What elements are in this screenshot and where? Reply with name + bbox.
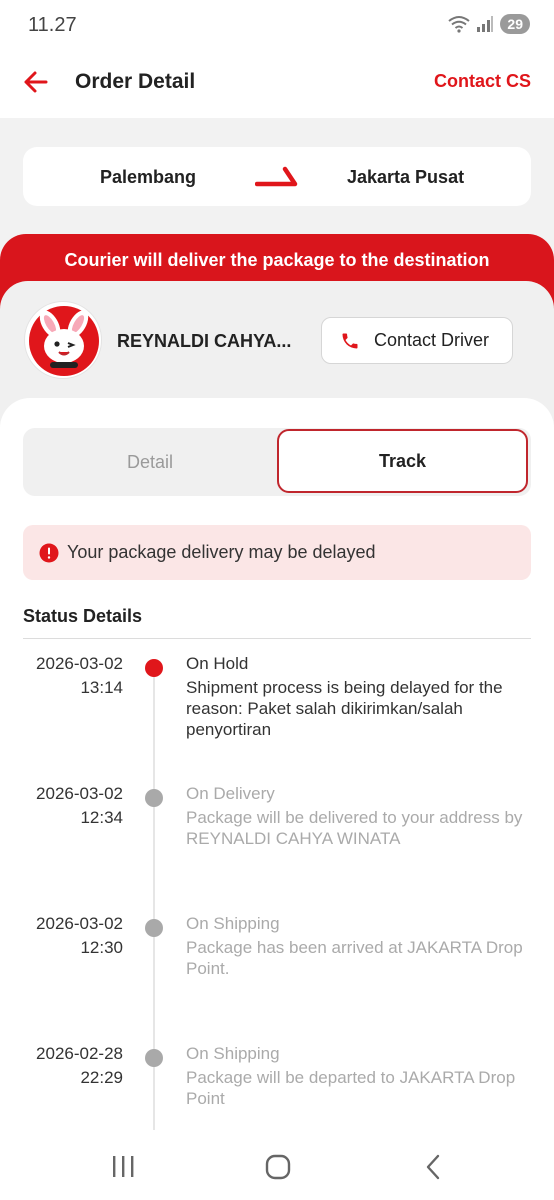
timeline-status: On Shipping [186, 1044, 280, 1063]
status-bar: 11.27 29 [0, 0, 554, 52]
contact-driver-label: Contact Driver [374, 330, 490, 350]
delay-alert-text: Your package delivery may be delayed [67, 542, 376, 562]
tab-switcher: Detail Track [23, 428, 531, 496]
rabbit-mascot-icon [29, 306, 99, 376]
battery-badge: 29 [500, 14, 530, 34]
driver-name: REYNALDI CAHYA... [117, 331, 292, 351]
app-bar: Order Detail Contact CS [0, 52, 554, 118]
recent-apps-icon [113, 1156, 134, 1177]
timeline-date: 2026-03-02 [36, 784, 123, 803]
timeline-status: On Shipping [186, 914, 280, 933]
back-nav-button[interactable] [413, 1152, 453, 1182]
content-card: Detail Track Your package delivery may b… [0, 398, 554, 1200]
info-icon [39, 543, 59, 562]
timeline-time: 12:34 [80, 808, 123, 827]
status-time: 11.27 [28, 14, 77, 36]
timeline-time: 22:29 [80, 1068, 123, 1087]
back-button[interactable] [20, 66, 52, 98]
timeline-dot [145, 1049, 163, 1067]
status-icons: 29 [448, 14, 530, 34]
wifi-icon [448, 16, 471, 33]
phone-icon [342, 333, 358, 348]
timeline-status: On Delivery [186, 784, 275, 803]
system-nav-bar [0, 1132, 554, 1200]
driver-avatar [24, 301, 102, 379]
timeline-date: 2026-02-28 [36, 1044, 123, 1063]
home-button[interactable] [258, 1152, 298, 1182]
contact-cs-link[interactable]: Contact CS [434, 71, 531, 92]
page-title: Order Detail [75, 70, 196, 93]
timeline-time: 12:30 [80, 938, 123, 957]
timeline-time: 13:14 [80, 678, 123, 697]
tab-track[interactable]: Track [277, 429, 528, 493]
banner-text: Courier will deliver the package to the … [64, 250, 490, 270]
route-card: Palembang Jakarta Pusat [23, 147, 531, 206]
timeline-description: Package will be departed to JAKARTA Drop… [186, 1068, 516, 1108]
timeline-description: Package will be delivered to your addres… [186, 808, 523, 848]
divider [23, 638, 531, 639]
timeline-description: Shipment process is being delayed for th… [186, 678, 503, 739]
route-arrow-icon [255, 166, 298, 187]
tab-detail[interactable]: Detail [23, 428, 277, 496]
timeline-dot [145, 919, 163, 937]
chevron-left-icon [426, 1154, 440, 1180]
route-origin: Palembang [100, 167, 197, 187]
timeline-dot [145, 659, 163, 677]
arrow-left-icon [24, 71, 48, 93]
timeline-date: 2026-03-02 [36, 914, 123, 933]
signal-icon [477, 16, 494, 32]
timeline-status: On Hold [186, 654, 249, 673]
home-icon [265, 1154, 291, 1180]
contact-driver-button[interactable]: Contact Driver [321, 317, 513, 364]
timeline-description: Package has been arrived at JAKARTA Drop… [186, 938, 523, 978]
timeline-date: 2026-03-02 [36, 654, 123, 673]
status-details-title: Status Details [23, 606, 143, 626]
timeline-dot [145, 789, 163, 807]
route-destination: Jakarta Pusat [347, 167, 465, 187]
delay-alert: Your package delivery may be delayed [23, 525, 531, 580]
recent-apps-button[interactable] [103, 1152, 143, 1182]
